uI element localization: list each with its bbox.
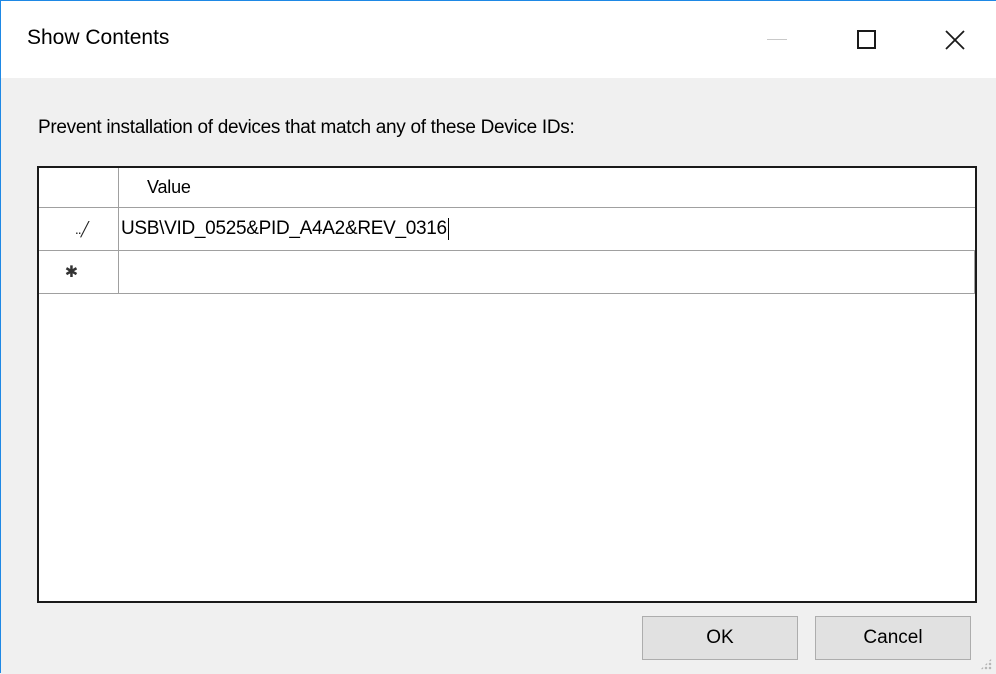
edit-pencil-icon: ..╱	[74, 220, 89, 237]
window-title: Show Contents	[27, 26, 170, 49]
instruction-label: Prevent installation of devices that mat…	[38, 117, 575, 138]
device-id-grid[interactable]: Value ..╱ USB\VID_0525&PID_A4A2&REV_0316…	[37, 166, 977, 603]
minimize-icon	[767, 39, 787, 40]
top-left-header-cell[interactable]	[39, 168, 119, 207]
maximize-button[interactable]	[831, 1, 901, 78]
value-column-header-label: Value	[147, 177, 191, 197]
value-cell-new[interactable]	[119, 251, 975, 293]
value-cell-editing[interactable]: USB\VID_0525&PID_A4A2&REV_0316	[119, 208, 975, 250]
close-icon	[945, 29, 965, 50]
title-bar[interactable]: Show Contents	[1, 1, 996, 78]
show-contents-dialog: Show Contents Prevent installation of de…	[0, 0, 996, 674]
column-header-row: Value	[39, 168, 975, 208]
minimize-button[interactable]	[742, 1, 812, 78]
dialog-body: Prevent installation of devices that mat…	[1, 78, 996, 674]
cancel-button[interactable]: Cancel	[815, 616, 971, 660]
row-header-cell[interactable]: ..╱	[39, 208, 119, 250]
close-button[interactable]	[920, 1, 990, 78]
text-caret	[447, 218, 449, 240]
ok-button[interactable]: OK	[642, 616, 798, 660]
table-row[interactable]: ..╱ USB\VID_0525&PID_A4A2&REV_0316	[39, 208, 975, 251]
new-row-asterisk-icon: ✱	[64, 264, 79, 281]
device-id-value: USB\VID_0525&PID_A4A2&REV_0316	[121, 218, 447, 239]
new-row[interactable]: ✱	[39, 251, 975, 294]
row-header-cell[interactable]: ✱	[39, 251, 119, 293]
value-column-header[interactable]: Value	[119, 168, 975, 207]
maximize-icon	[856, 30, 876, 49]
resize-grip-icon[interactable]	[980, 658, 992, 670]
